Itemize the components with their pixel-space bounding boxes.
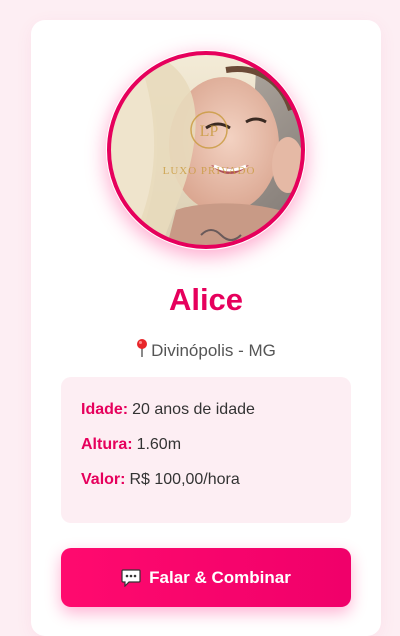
contact-button[interactable]: Falar & Combinar <box>61 548 351 607</box>
location: Divinópolis - MG <box>31 338 381 361</box>
detail-value: R$ 100,00/hora <box>129 471 240 488</box>
detail-label: Idade: <box>81 401 129 418</box>
detail-value: 1.60m <box>136 436 182 453</box>
detail-label: Altura: <box>81 436 133 453</box>
detail-label: Valor: <box>81 471 126 488</box>
speech-balloon-icon <box>121 568 141 587</box>
contact-button-label: Falar & Combinar <box>149 567 291 587</box>
detail-height: Altura: 1.60m <box>81 436 181 454</box>
svg-text:LP: LP <box>200 123 219 140</box>
location-text: Divinópolis - MG <box>151 341 276 360</box>
svg-text:LUXO PRIVADO: LUXO PRIVADO <box>163 165 256 177</box>
profile-card: LP LUXO PRIVADO Alice Divinópolis - MG I… <box>31 20 381 636</box>
details-box: Idade: 20 anos de idade Altura: 1.60m Valo… <box>61 377 351 523</box>
detail-value: 20 anos de idade <box>132 401 255 418</box>
detail-price: Valor: R$ 100,00/hora <box>81 471 240 489</box>
profile-photo: LP LUXO PRIVADO <box>107 51 305 249</box>
location-pin-icon <box>137 339 148 357</box>
profile-name: Alice <box>168 282 244 317</box>
avatar: LP LUXO PRIVADO <box>106 50 306 250</box>
detail-age: Idade: 20 anos de idade <box>81 401 255 419</box>
